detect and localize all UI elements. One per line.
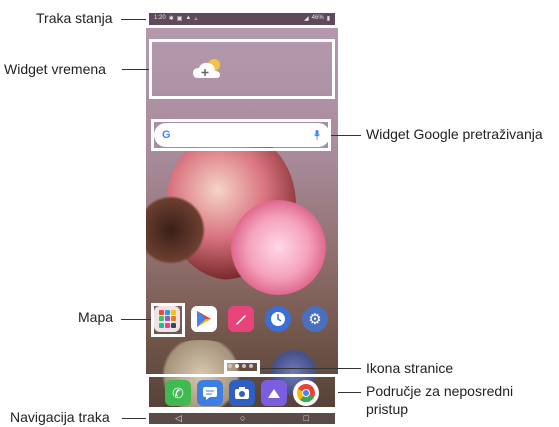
label-google-widget: Widget Google pretraživanja xyxy=(366,126,543,142)
recents-icon[interactable]: □ xyxy=(304,414,309,423)
page-dot xyxy=(249,364,253,368)
home-screen: 1:20 ✱ ▣ ▲ ▵ ◢ 46% ▮ G ⚙ ✆ ◁ ○ □ xyxy=(146,10,338,427)
notification-icon: ▣ xyxy=(176,15,183,22)
google-search-widget[interactable]: G xyxy=(154,123,330,147)
quick-access-dock: ✆ xyxy=(150,376,334,410)
play-store-icon[interactable] xyxy=(191,306,217,332)
leader-line xyxy=(260,368,361,369)
battery-percent: 46% xyxy=(311,15,324,21)
signal-icon: ◢ xyxy=(304,15,309,22)
pen-app-icon[interactable] xyxy=(228,306,254,332)
settings-icon[interactable]: ⚙ xyxy=(302,306,328,332)
weather-cloud-add-icon xyxy=(193,59,220,78)
leader-line xyxy=(121,19,146,20)
weather-widget[interactable] xyxy=(150,40,334,98)
leader-line xyxy=(338,392,361,393)
gallery-icon[interactable] xyxy=(261,380,287,406)
label-status-bar: Traka stanja xyxy=(36,10,113,26)
label-weather-widget: Widget vremena xyxy=(4,61,106,77)
leader-line xyxy=(122,69,149,70)
folder-icon[interactable] xyxy=(154,306,180,332)
settings-status-icon: ✱ xyxy=(168,15,174,22)
battery-icon: ▮ xyxy=(326,15,330,22)
label-quick-access-2: pristup xyxy=(366,401,409,417)
app-row: ⚙ xyxy=(154,306,334,332)
wallpaper-shape xyxy=(231,200,326,295)
label-nav-bar: Navigacija traka xyxy=(10,409,110,425)
microphone-icon[interactable] xyxy=(312,129,322,141)
page-indicator[interactable] xyxy=(228,364,253,368)
navigation-bar: ◁ ○ □ xyxy=(146,410,338,427)
triangle-status-icon: ▲ xyxy=(185,15,192,21)
page-dot xyxy=(228,364,232,368)
back-icon[interactable]: ◁ xyxy=(175,414,182,423)
camera-icon[interactable] xyxy=(229,380,255,406)
page-dot xyxy=(242,364,246,368)
google-logo-icon: G xyxy=(162,129,171,141)
status-time: 1:20 xyxy=(154,15,166,21)
leader-line xyxy=(121,319,151,320)
chrome-icon[interactable] xyxy=(293,380,319,406)
status-bar[interactable]: 1:20 ✱ ▣ ▲ ▵ ◢ 46% ▮ xyxy=(146,10,338,26)
label-page-icon: Ikona stranice xyxy=(366,360,454,376)
alert-status-icon: ▵ xyxy=(194,15,198,22)
home-icon[interactable]: ○ xyxy=(240,414,245,423)
page-dot-active xyxy=(235,364,239,368)
label-folder: Mapa xyxy=(78,309,114,325)
leader-line xyxy=(122,418,146,419)
messages-icon[interactable] xyxy=(197,380,223,406)
clock-icon[interactable] xyxy=(265,306,291,332)
label-quick-access-1: Područje za neposredni xyxy=(366,383,514,399)
phone-icon[interactable]: ✆ xyxy=(165,380,191,406)
leader-line xyxy=(331,135,361,136)
